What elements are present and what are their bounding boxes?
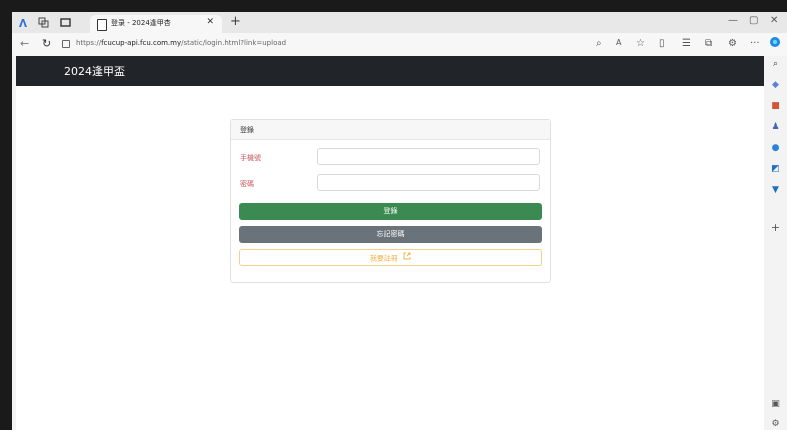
more-icon[interactable]: ···	[750, 38, 760, 49]
settings-icon[interactable]: ⚙	[769, 418, 782, 430]
login-card: 登錄 手機號 密碼 登錄 忘記密碼 我要註冊	[230, 119, 551, 283]
search-icon[interactable]: ⌕	[769, 58, 782, 71]
extensions-icon[interactable]: ⚙	[728, 38, 737, 49]
reading-mode-icon[interactable]: ⌕	[596, 38, 602, 49]
back-icon[interactable]: ←	[20, 37, 29, 50]
brand-title[interactable]: 2024逢甲盃	[64, 63, 125, 79]
register-label: 我要註冊	[369, 254, 398, 263]
phone-label: 手機號	[240, 154, 261, 162]
password-label: 密碼	[240, 180, 254, 188]
address-bar[interactable]: https://fcucup-api.fcu.com.my/static/log…	[62, 36, 582, 53]
edge-profile-icon[interactable]	[15, 15, 30, 30]
add-icon[interactable]: +	[769, 221, 782, 234]
browser-window: 登录 - 2024逢甲杏 ✕ + — ▢ ✕ ← ↻ https://fcucu…	[12, 12, 787, 430]
screen-icon[interactable]: ▣	[769, 398, 782, 411]
split-screen-icon[interactable]: ▯	[659, 38, 665, 49]
active-tab[interactable]: 登录 - 2024逢甲杏 ✕	[90, 15, 222, 33]
outlook-icon[interactable]: ◩	[769, 163, 782, 176]
tab-close-icon[interactable]: ✕	[206, 17, 214, 27]
tag-icon[interactable]: ◆	[769, 79, 782, 92]
new-tab-plus-icon[interactable]: +	[230, 14, 241, 29]
tab-actions-icon[interactable]	[58, 15, 73, 30]
favorites-icon[interactable]: ☰	[682, 38, 691, 49]
phone-input[interactable]	[317, 148, 540, 165]
web-page: 2024逢甲盃 登錄 手機號 密碼 登錄 忘記密碼 我要註冊	[16, 56, 764, 430]
refresh-icon[interactable]: ↻	[42, 37, 51, 50]
workspaces-icon[interactable]	[36, 15, 51, 30]
circle-icon[interactable]: ●	[769, 142, 782, 155]
address-toolbar: ← ↻ https://fcucup-api.fcu.com.my/static…	[12, 33, 787, 56]
tab-title: 登录 - 2024逢甲杏	[111, 19, 171, 27]
url-text[interactable]: https://fcucup-api.fcu.com.my/static/log…	[76, 39, 286, 47]
edge-sidebar: ⌕ ◆ ■ ♟ ● ◩ ▼ + ▣ ⚙	[764, 56, 787, 430]
navbar: 2024逢甲盃	[16, 56, 764, 86]
favorite-icon[interactable]: ☆	[636, 38, 645, 49]
page-icon	[97, 19, 107, 31]
forgot-password-button[interactable]: 忘記密碼	[239, 226, 542, 243]
lock-icon[interactable]	[62, 40, 70, 48]
copilot-icon[interactable]	[769, 36, 781, 51]
collections-icon[interactable]: ⧉	[705, 38, 712, 49]
register-button[interactable]: 我要註冊	[239, 249, 542, 266]
shopping-bag-icon[interactable]: ■	[769, 100, 782, 113]
minimize-icon[interactable]: —	[728, 15, 738, 26]
cart-icon[interactable]: ▼	[769, 184, 782, 197]
restore-icon[interactable]: ▢	[749, 15, 758, 26]
login-button[interactable]: 登錄	[239, 203, 542, 220]
password-input[interactable]	[317, 174, 540, 191]
tab-strip: 登录 - 2024逢甲杏 ✕ + — ▢ ✕	[12, 12, 787, 33]
external-link-icon	[403, 250, 411, 267]
card-header: 登錄	[231, 120, 550, 140]
people-icon[interactable]: ♟	[769, 121, 782, 134]
read-aloud-icon[interactable]: A	[616, 38, 621, 47]
window-close-icon[interactable]: ✕	[770, 15, 778, 26]
card-title: 登錄	[240, 126, 254, 134]
